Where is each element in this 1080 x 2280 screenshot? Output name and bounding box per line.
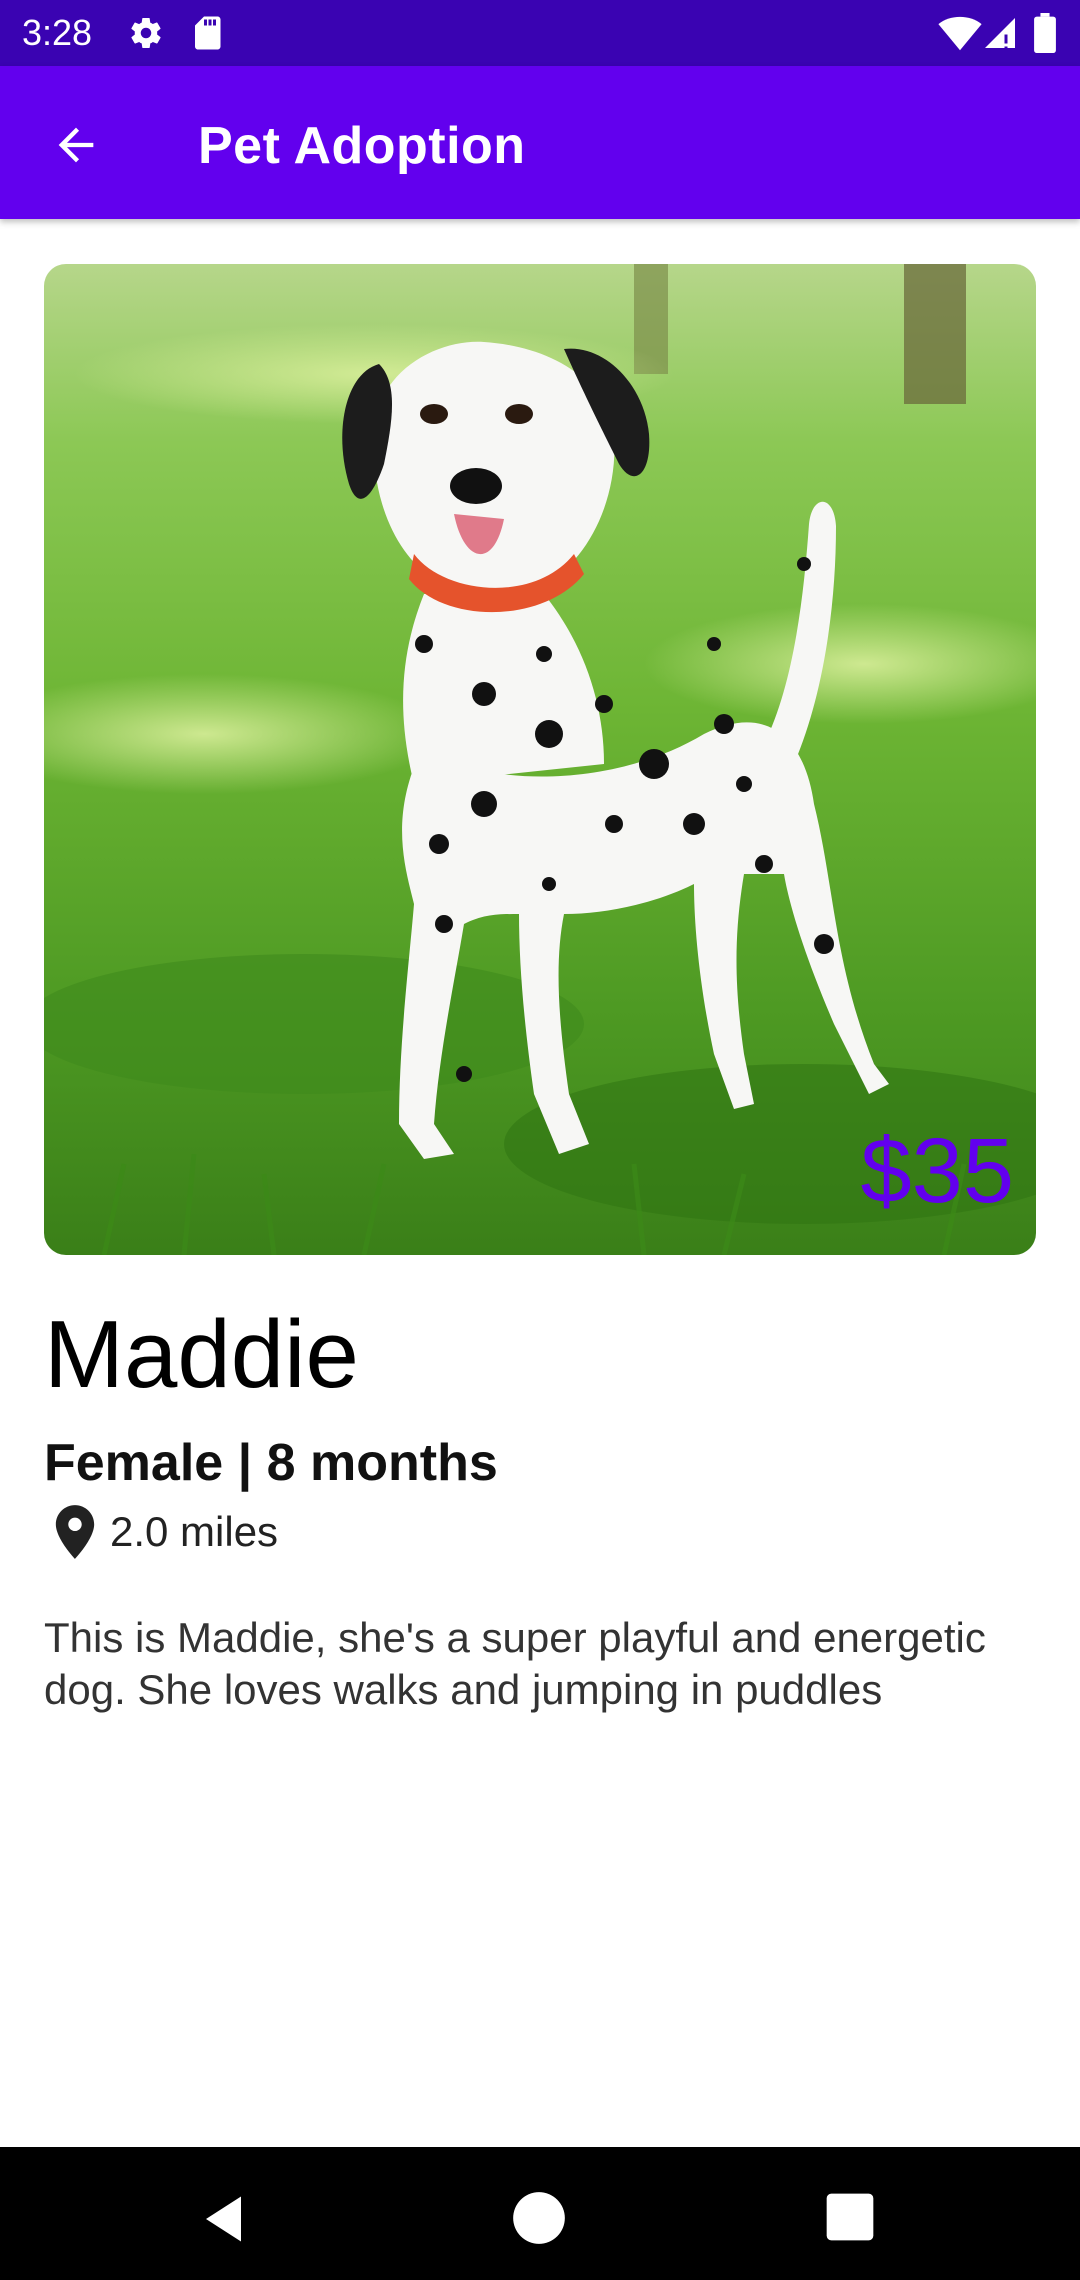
system-nav-bar (0, 2147, 1080, 2280)
pet-gender-age: Female | 8 months (44, 1434, 498, 1492)
wifi-icon (938, 16, 982, 51)
nav-back-icon[interactable] (196, 2189, 256, 2249)
sd-card-icon (195, 16, 221, 50)
pet-description: This is Maddie, she's a super playful an… (44, 1614, 986, 1713)
price-label: $35 (860, 1120, 1015, 1222)
app-bar: Pet Adoption (0, 66, 1080, 219)
distance-row: 2.0 miles (52, 1500, 278, 1564)
nav-recents-icon[interactable] (822, 2189, 878, 2245)
pet-photo-card: $35 (44, 264, 1036, 1255)
distance-text: 2.0 miles (110, 1508, 279, 1555)
dalmatian-photo (44, 264, 1036, 1255)
back-button[interactable] (40, 109, 112, 181)
status-time: 3:28 (22, 12, 93, 53)
pet-name: Maddie (44, 1301, 359, 1408)
location-pin-icon (55, 1505, 95, 1559)
gear-icon (131, 18, 161, 49)
status-bar: 3:28 (0, 0, 1080, 66)
nav-home-icon[interactable] (508, 2187, 570, 2249)
app-title: Pet Adoption (198, 117, 526, 175)
arrow-back-icon (58, 127, 94, 163)
battery-icon (1034, 13, 1056, 53)
cell-signal-icon (985, 18, 1015, 48)
